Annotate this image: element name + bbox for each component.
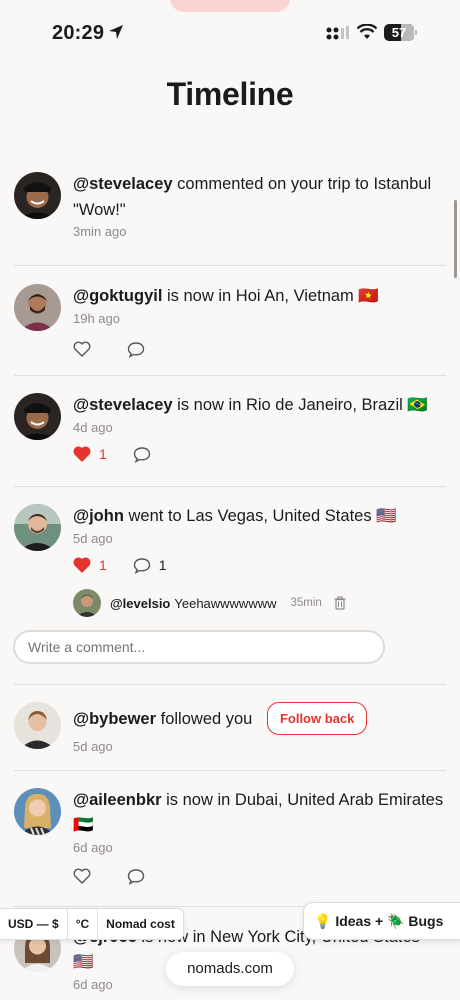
item-actions	[73, 865, 446, 887]
comment-icon	[133, 446, 150, 463]
comment-button[interactable]	[127, 868, 145, 885]
signal-icon	[326, 26, 349, 40]
like-button[interactable]: 1	[73, 446, 107, 462]
comment-reply: @levelsio Yeehawwwwwww 35min	[73, 588, 446, 618]
user-handle[interactable]: @aileenbkr	[73, 791, 162, 809]
site-link[interactable]: nomads.com	[166, 952, 294, 986]
like-button[interactable]	[73, 868, 91, 884]
activity-text: @john went to Las Vegas, United States 🇺…	[73, 507, 397, 525]
trash-icon[interactable]	[334, 596, 346, 610]
like-button[interactable]: 1	[73, 557, 107, 573]
unit-selector[interactable]: °C	[68, 909, 99, 939]
comment-button[interactable]	[133, 446, 151, 463]
comment-count: 1	[158, 557, 167, 573]
timestamp: 4d ago	[73, 420, 113, 435]
like-count: 1	[99, 446, 107, 462]
battery-level: 57	[391, 25, 407, 40]
page-title: Timeline	[166, 76, 294, 112]
heart-filled-icon	[73, 446, 91, 462]
timestamp: 5d ago	[73, 739, 113, 754]
comment-quote: "Wow!"	[73, 201, 126, 219]
activity-text: @goktugyil is now in Hoi An, Vietnam 🇻🇳	[73, 287, 379, 305]
location-arrow-icon	[109, 25, 123, 39]
timestamp: 6d ago	[73, 840, 113, 855]
timestamp: 5d ago	[73, 531, 113, 546]
avatar[interactable]	[14, 393, 61, 440]
reply-handle[interactable]: @levelsio	[110, 596, 170, 611]
list-item: @goktugyil is now in Hoi An, Vietnam 🇻🇳 …	[14, 266, 446, 376]
nomad-cost-selector[interactable]: Nomad cost	[98, 909, 183, 939]
status-time: 20:29	[52, 22, 105, 44]
currency-selector[interactable]: USD — $	[0, 909, 68, 939]
heart-outline-icon	[73, 868, 91, 884]
like-count: 1	[99, 557, 107, 573]
item-actions: 1	[73, 443, 446, 465]
ideas-bugs-button[interactable]: 💡 Ideas + 🪲 Bugs	[303, 902, 460, 940]
user-handle[interactable]: @goktugyil	[73, 287, 162, 305]
heart-filled-icon	[73, 557, 91, 573]
list-item: @stevelacey commented on your trip to Is…	[14, 160, 446, 266]
comment-icon	[127, 341, 145, 358]
list-item: @bybewer followed you Follow back 5d ago	[14, 685, 446, 771]
user-handle[interactable]: @bybewer	[73, 710, 156, 728]
item-actions	[73, 338, 446, 360]
reply-time: 35min	[290, 597, 322, 609]
settings-bar: USD — $ °C Nomad cost	[0, 908, 184, 940]
heart-outline-icon	[73, 341, 91, 357]
activity-text: @stevelacey commented on your trip to Is…	[73, 175, 432, 193]
list-item: @john went to Las Vegas, United States 🇺…	[13, 487, 446, 685]
comment-icon	[127, 868, 145, 885]
item-actions: 1 1	[73, 554, 446, 576]
comment-button[interactable]	[127, 341, 145, 358]
wifi-icon	[357, 24, 377, 39]
status-bar: 20:29 57	[0, 0, 460, 62]
user-handle[interactable]: @stevelacey	[73, 396, 173, 414]
battery-icon: 57	[384, 24, 417, 41]
avatar[interactable]	[14, 788, 61, 835]
comment-icon	[133, 557, 150, 574]
follow-back-button[interactable]: Follow back	[266, 702, 368, 735]
avatar[interactable]	[14, 504, 61, 551]
timeline-feed: @stevelacey commented on your trip to Is…	[0, 160, 460, 1000]
user-handle[interactable]: @stevelacey	[73, 175, 173, 193]
like-button[interactable]	[73, 341, 91, 357]
comment-button[interactable]: 1	[133, 557, 167, 574]
reply-text: Yeehawwwwwww	[174, 595, 277, 611]
comment-input[interactable]	[13, 630, 385, 664]
activity-text: @aileenbkr is now in Dubai, United Arab …	[73, 791, 444, 834]
activity-text: @stevelacey is now in Rio de Janeiro, Br…	[73, 396, 428, 414]
timestamp: 19h ago	[73, 311, 120, 326]
avatar[interactable]	[14, 284, 61, 331]
timestamp: 3min ago	[73, 224, 127, 239]
dynamic-island-pill	[170, 0, 290, 12]
list-item: @aileenbkr is now in Dubai, United Arab …	[14, 771, 446, 907]
user-handle[interactable]: @john	[73, 507, 124, 525]
avatar[interactable]	[14, 172, 61, 219]
list-item: @stevelacey is now in Rio de Janeiro, Br…	[14, 376, 446, 487]
activity-text: @bybewer followed you Follow back	[73, 702, 446, 735]
avatar[interactable]	[73, 589, 101, 617]
avatar[interactable]	[14, 702, 61, 749]
